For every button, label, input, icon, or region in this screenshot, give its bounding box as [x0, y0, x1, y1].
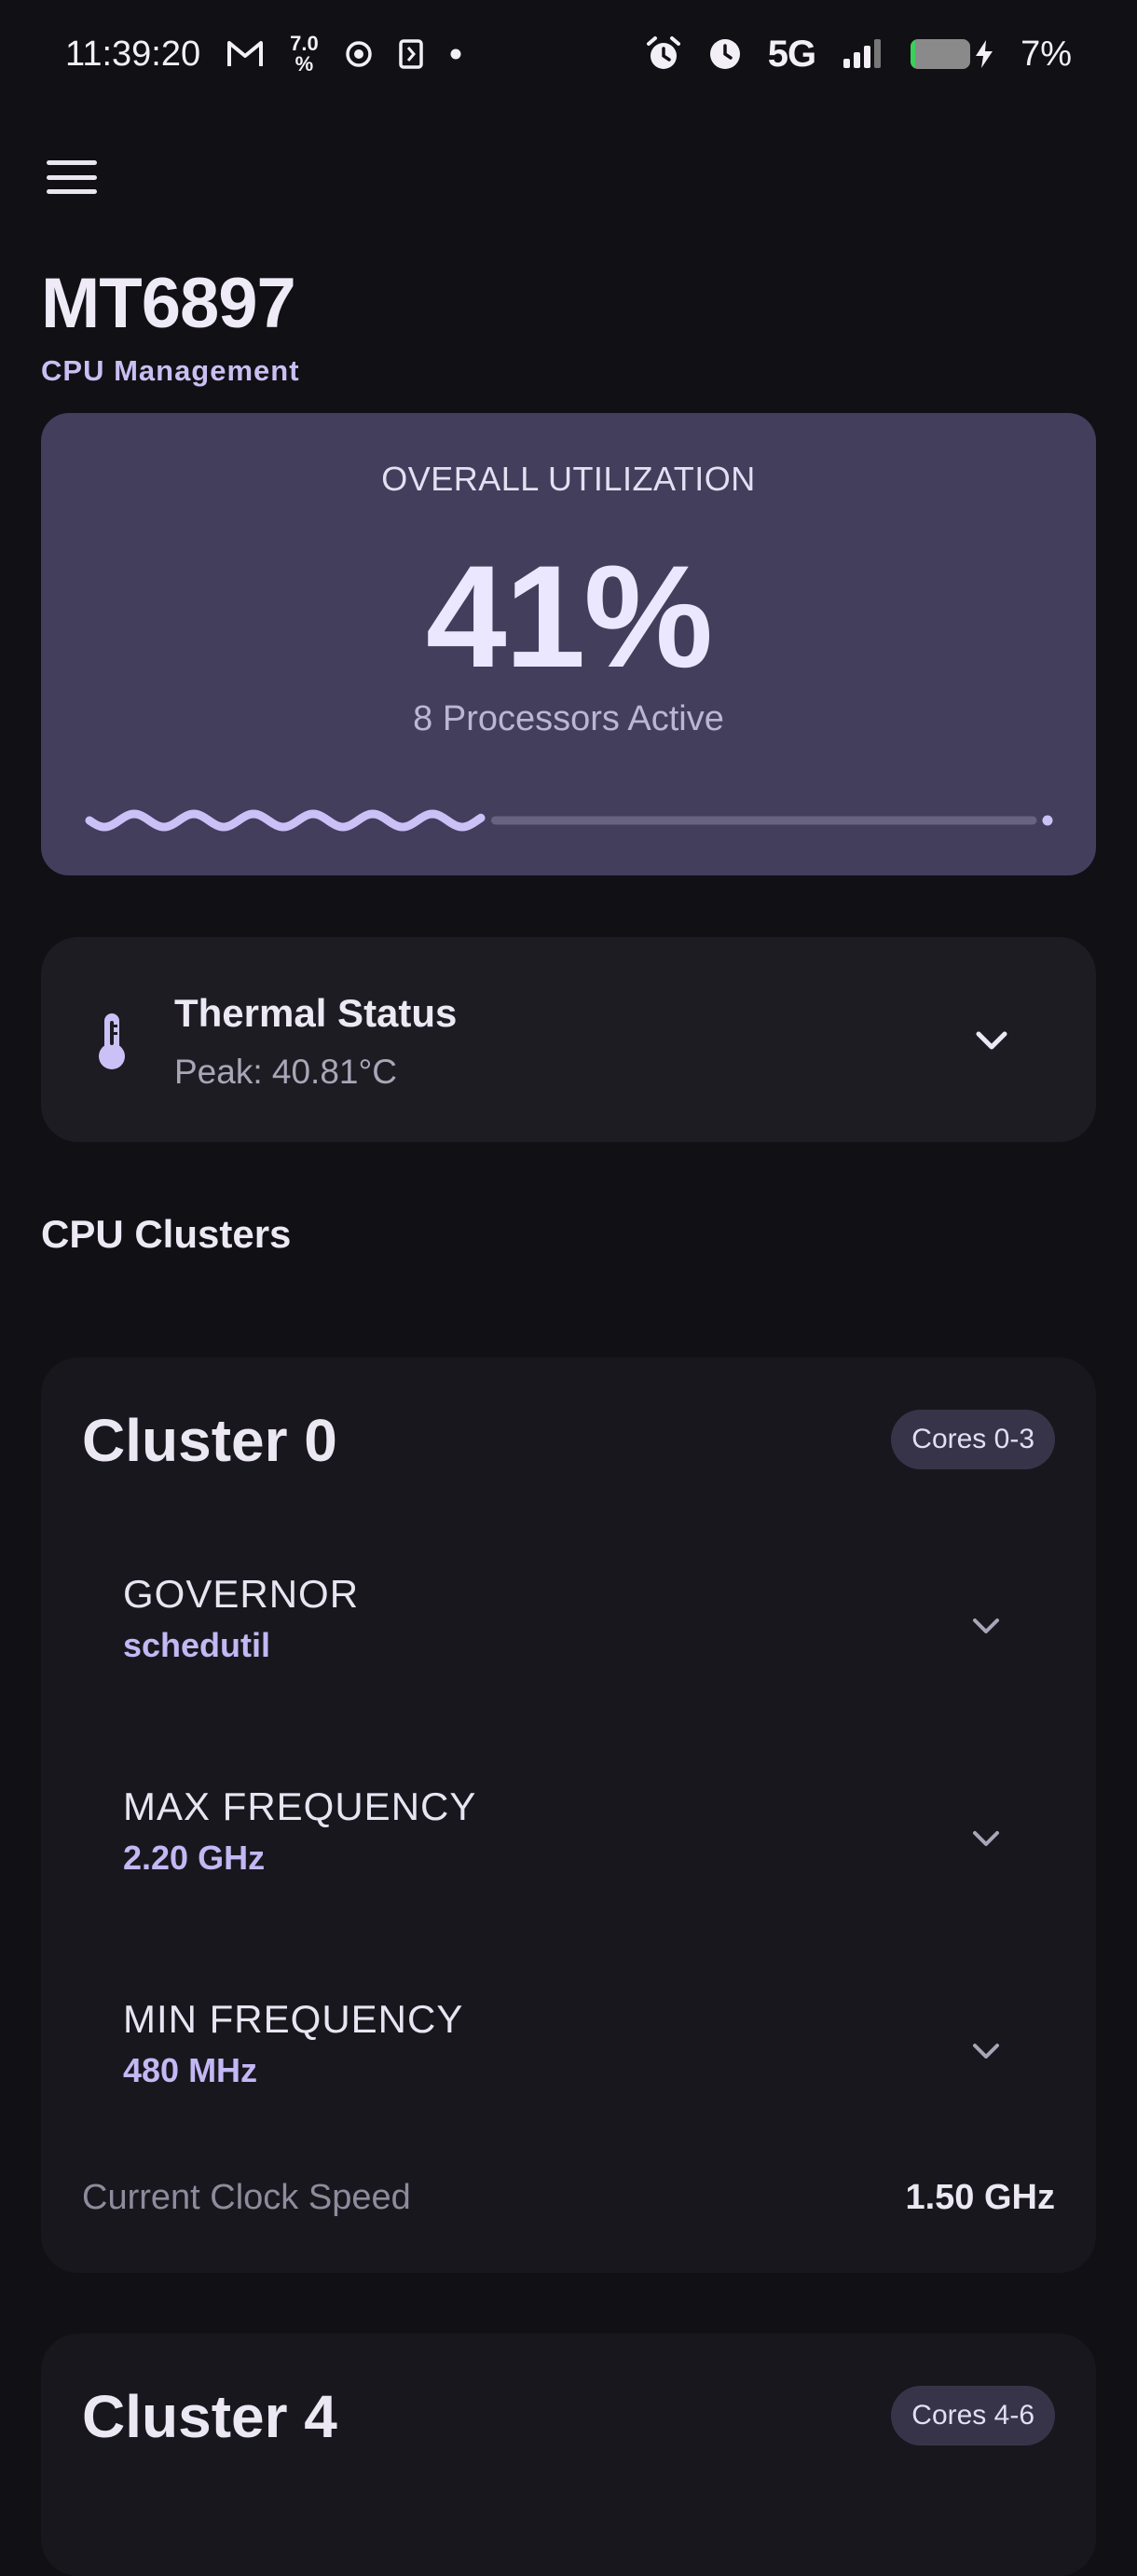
thermal-peak: Peak: 40.81°C: [174, 1053, 398, 1091]
battery-group: [911, 39, 994, 69]
thermometer-icon: [99, 1013, 125, 1069]
data-speed-unit: %: [295, 52, 314, 76]
cluster-title: Cluster 4: [82, 2383, 337, 2450]
processors-active: 8 Processors Active: [413, 699, 724, 738]
setting-value: 2.20 GHz: [123, 1839, 266, 1877]
clock-icon: [708, 37, 742, 71]
utilization-value: 41%: [425, 536, 713, 698]
utilization-label: OVERALL UTILIZATION: [381, 460, 756, 498]
setting-label: MIN FREQUENCY: [123, 1997, 464, 2041]
sim-icon: [398, 39, 423, 69]
setting-value: schedutil: [123, 1626, 271, 1664]
battery-icon: [911, 39, 971, 69]
cluster-title: Cluster 0: [82, 1407, 337, 1474]
chevron-down-icon: [973, 1831, 999, 1846]
progress-end-dot: [1042, 815, 1053, 826]
chevron-down-icon: [973, 1619, 999, 1633]
signal-icon: [842, 38, 884, 70]
clock-speed-label: Current Clock Speed: [82, 2178, 411, 2217]
status-bar-left: 11:39:20 7.0 %: [65, 34, 462, 75]
page-title: MT6897: [41, 264, 296, 343]
data-speed-value: 7.0: [290, 32, 319, 55]
cluster-card: Cluster 0 Cores 0-3 GOVERNOR schedutil M…: [41, 1357, 1096, 2273]
chevron-down-icon[interactable]: [971, 1023, 1012, 1060]
record-icon: [345, 40, 373, 68]
data-speed-icon: 7.0 %: [290, 34, 319, 75]
clock-speed-value: 1.50 GHz: [905, 2178, 1055, 2217]
menu-icon[interactable]: [47, 157, 97, 198]
network-type: 5G: [767, 33, 816, 75]
chevron-down-icon: [973, 2044, 999, 2059]
alarm-icon: [645, 35, 682, 73]
status-bar-right: 5G 7%: [645, 34, 1072, 76]
cores-badge: Cores 0-3: [891, 1410, 1055, 1469]
utilization-progress-bar: [85, 809, 1053, 832]
setting-label: MAX FREQUENCY: [123, 1784, 477, 1828]
cluster-card: Cluster 4 Cores 4-6: [41, 2334, 1096, 2576]
min-frequency-dropdown[interactable]: MIN FREQUENCY 480 MHz: [82, 1969, 1055, 2118]
governor-dropdown[interactable]: GOVERNOR schedutil: [82, 1544, 1055, 1693]
progress-wave: [85, 809, 486, 832]
cores-badge: Cores 4-6: [891, 2386, 1055, 2445]
setting-value: 480 MHz: [123, 2051, 258, 2089]
status-time: 11:39:20: [65, 34, 201, 74]
section-title: CPU Clusters: [41, 1212, 292, 1256]
dot-icon: [449, 48, 462, 61]
battery-percent: 7%: [1021, 34, 1072, 74]
utilization-card: OVERALL UTILIZATION 41% 8 Processors Act…: [41, 413, 1096, 875]
setting-label: GOVERNOR: [123, 1572, 360, 1616]
charging-icon: [976, 40, 993, 68]
gmail-icon: [226, 39, 264, 69]
status-bar: 11:39:20 7.0 % 5G 7%: [0, 0, 1137, 108]
thermal-title: Thermal Status: [174, 991, 458, 1035]
thermal-status-card[interactable]: Thermal Status Peak: 40.81°C: [41, 937, 1096, 1142]
page-subtitle: CPU Management: [41, 354, 300, 387]
max-frequency-dropdown[interactable]: MAX FREQUENCY 2.20 GHz: [82, 1756, 1055, 1906]
